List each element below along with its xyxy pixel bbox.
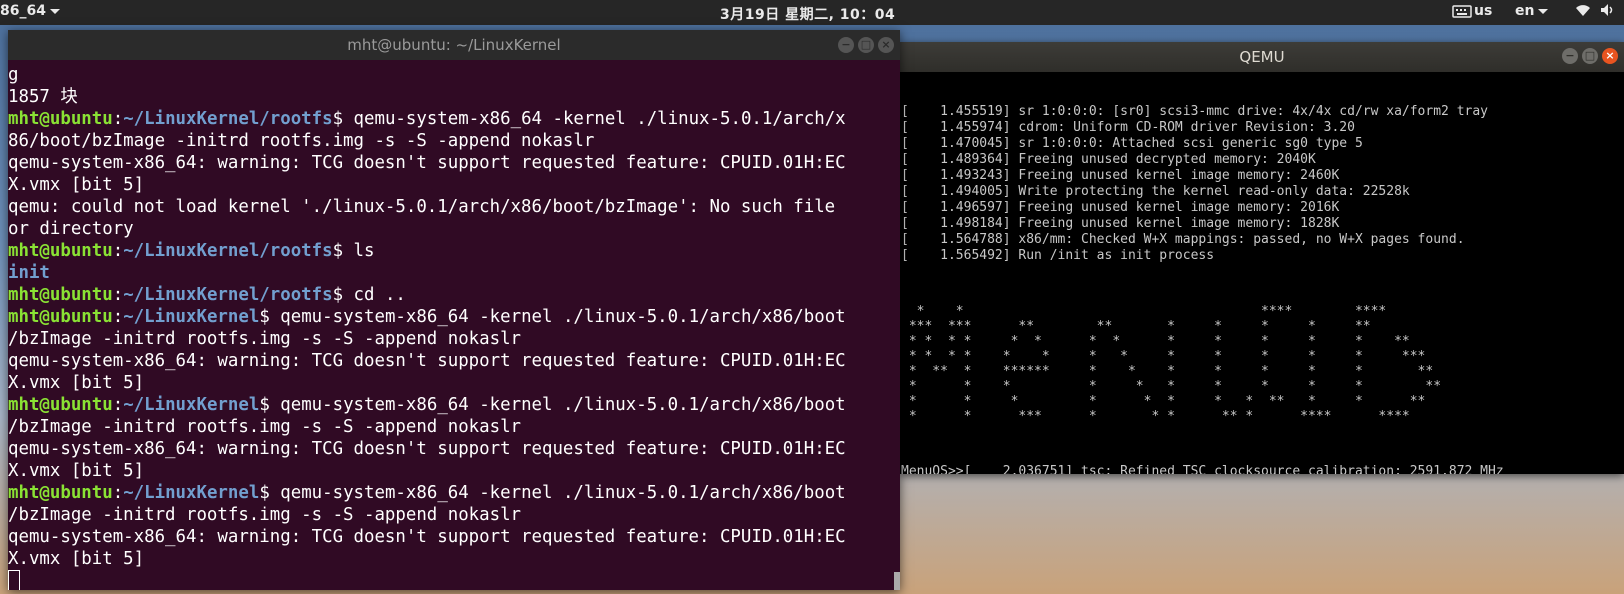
terminal-output[interactable]: g 1857 块 mht@ubuntu:~/LinuxKernel/rootfs…	[8, 60, 900, 590]
output-line: 1857 块	[8, 87, 78, 107]
console-line: *** *** ** ** * * * * **	[901, 319, 1371, 334]
prompt-line: mht@ubuntu:~/LinuxKernel/rootfs$ qemu-sy…	[8, 109, 846, 129]
console-line: [ 1.455519] sr 1:0:0:0: [sr0] scsi3-mmc …	[901, 104, 1488, 119]
output-line: g	[8, 65, 19, 85]
output-line: /bzImage -initrd rootfs.img -s -S -appen…	[8, 329, 522, 349]
qemu-window-controls: − □ ×	[1562, 48, 1618, 64]
output-line: X.vmx [bit 5]	[8, 549, 145, 569]
close-button[interactable]: ×	[878, 37, 894, 53]
command-text: qemu-system-x86_64 -kernel ./linux-5.0.1…	[280, 483, 846, 503]
console-line: * * * * * * * * * * * * * **	[901, 334, 1410, 349]
maximize-button[interactable]: □	[1582, 48, 1598, 64]
terminal-window-title: mht@ubuntu: ~/LinuxKernel	[347, 36, 561, 54]
maximize-button[interactable]: □	[858, 37, 874, 53]
command-text: qemu-system-x86_64 -kernel ./linux-5.0.1…	[280, 395, 846, 415]
prompt-line: mht@ubuntu:~/LinuxKernel/rootfs$ ls	[8, 241, 375, 261]
console-line: * * * * * * * * * * * * * ***	[901, 349, 1426, 364]
prompt-path: ~/LinuxKernel	[123, 395, 260, 415]
prompt-user: mht@ubuntu	[8, 395, 113, 415]
console-line: [ 1.455974] cdrom: Uniform CD-ROM driver…	[901, 120, 1355, 135]
console-line: * * **** ****	[901, 304, 1387, 319]
console-line: * * *** * * * ** * **** ****	[901, 409, 1410, 424]
minimize-button[interactable]: −	[1562, 48, 1578, 64]
output-line: qemu-system-x86_64: warning: TCG doesn't…	[8, 527, 846, 547]
keyboard-layout-indicator[interactable]: us	[1452, 3, 1492, 19]
prompt-path: ~/LinuxKernel/rootfs	[123, 109, 333, 129]
console-line: MenuOS>>[ 2.036751] tsc: Refined TSC clo…	[901, 464, 1504, 474]
console-line: [ 1.496597] Freeing unused kernel image …	[901, 200, 1340, 215]
prompt-line: mht@ubuntu:~/LinuxKernel/rootfs$ cd ..	[8, 285, 406, 305]
language-selector[interactable]: en	[1515, 3, 1549, 19]
output-line: X.vmx [bit 5]	[8, 373, 145, 393]
app-menu-label: 86_64	[0, 3, 46, 19]
output-line: X.vmx [bit 5]	[8, 175, 145, 195]
console-line: [ 1.493243] Freeing unused kernel image …	[901, 168, 1340, 183]
prompt-path: ~/LinuxKernel/rootfs	[123, 285, 333, 305]
prompt-path: ~/LinuxKernel	[123, 307, 260, 327]
console-line: [ 1.564788] x86/mm: Checked W+X mappings…	[901, 232, 1465, 247]
chevron-down-icon	[49, 8, 60, 14]
prompt-path: ~/LinuxKernel/rootfs	[123, 241, 333, 261]
prompt-line: mht@ubuntu:~/LinuxKernel$ qemu-system-x8…	[8, 483, 846, 503]
output-line: /bzImage -initrd rootfs.img -s -S -appen…	[8, 505, 522, 525]
output-line: /bzImage -initrd rootfs.img -s -S -appen…	[8, 417, 522, 437]
prompt-symbol: $	[332, 285, 354, 305]
prompt-user: mht@ubuntu	[8, 109, 113, 129]
output-line: init	[8, 263, 50, 283]
volume-icon	[1601, 4, 1613, 16]
prompt-line: mht@ubuntu:~/LinuxKernel$ qemu-system-x8…	[8, 307, 846, 327]
command-text: qemu-system-x86_64 -kernel ./linux-5.0.1…	[280, 307, 846, 327]
prompt-user: mht@ubuntu	[8, 241, 113, 261]
language-label: en	[1515, 3, 1535, 19]
qemu-titlebar[interactable]: QEMU − □ ×	[900, 42, 1624, 72]
prompt-symbol: $	[332, 241, 354, 261]
terminal-window[interactable]: mht@ubuntu: ~/LinuxKernel − □ × g 1857 块…	[8, 30, 900, 590]
output-line: qemu: could not load kernel './linux-5.0…	[8, 197, 836, 217]
terminal-titlebar[interactable]: mht@ubuntu: ~/LinuxKernel − □ ×	[8, 30, 900, 60]
console-line: [ 1.470045] sr 1:0:0:0: Attached scsi ge…	[901, 136, 1363, 151]
qemu-console[interactable]: [ 1.455519] sr 1:0:0:0: [sr0] scsi3-mmc …	[900, 72, 1624, 474]
console-line: [ 1.565492] Run /init as init process	[901, 248, 1215, 263]
prompt-symbol: $	[259, 395, 281, 415]
clock[interactable]: 3月19日 星期二, 10：04	[720, 4, 895, 24]
wifi-icon	[1576, 5, 1590, 16]
output-line: 86/boot/bzImage -initrd rootfs.img -s -S…	[8, 131, 595, 151]
prompt-line: mht@ubuntu:~/LinuxKernel$ qemu-system-x8…	[8, 395, 846, 415]
prompt-user: mht@ubuntu	[8, 483, 113, 503]
top-panel: 86_64 3月19日 星期二, 10：04 us en	[0, 0, 1624, 25]
prompt-symbol: $	[259, 483, 281, 503]
scrollbar[interactable]	[894, 572, 900, 590]
prompt-symbol: $	[332, 109, 354, 129]
console-line: * ** * ****** * * * * * * * **	[901, 364, 1434, 379]
output-line: qemu-system-x86_64: warning: TCG doesn't…	[8, 439, 846, 459]
qemu-window-title: QEMU	[1239, 48, 1285, 66]
prompt-path: ~/LinuxKernel	[123, 483, 260, 503]
text-cursor	[8, 570, 20, 590]
output-line: qemu-system-x86_64: warning: TCG doesn't…	[8, 351, 846, 371]
output-line: or directory	[8, 219, 134, 239]
terminal-window-controls: − □ ×	[838, 37, 894, 53]
command-text: cd ..	[353, 285, 406, 305]
prompt-user: mht@ubuntu	[8, 307, 113, 327]
prompt-symbol: $	[259, 307, 281, 327]
console-line: [ 1.498184] Freeing unused kernel image …	[901, 216, 1340, 231]
app-menu[interactable]: 86_64	[0, 3, 60, 19]
output-line: qemu-system-x86_64: warning: TCG doesn't…	[8, 153, 846, 173]
minimize-button[interactable]: −	[838, 37, 854, 53]
chevron-down-icon	[1538, 8, 1549, 14]
keyboard-layout-label: us	[1474, 3, 1493, 19]
close-button[interactable]: ×	[1602, 48, 1618, 64]
console-line: * * * * * * * * ** * * **	[901, 394, 1426, 409]
system-tray[interactable]	[1575, 2, 1615, 18]
output-line: X.vmx [bit 5]	[8, 461, 145, 481]
command-text: qemu-system-x86_64 -kernel ./linux-5.0.1…	[353, 109, 846, 129]
keyboard-icon	[1452, 5, 1472, 18]
console-line: * * * * * * * * * * **	[901, 379, 1442, 394]
cursor-line[interactable]	[8, 570, 900, 590]
console-line: [ 1.494005] Write protecting the kernel …	[901, 184, 1410, 199]
console-line: [ 1.489364] Freeing unused decrypted mem…	[901, 152, 1316, 167]
qemu-window[interactable]: QEMU − □ × [ 1.455519] sr 1:0:0:0: [sr0]…	[900, 42, 1624, 474]
prompt-user: mht@ubuntu	[8, 285, 113, 305]
command-text: ls	[353, 241, 375, 261]
